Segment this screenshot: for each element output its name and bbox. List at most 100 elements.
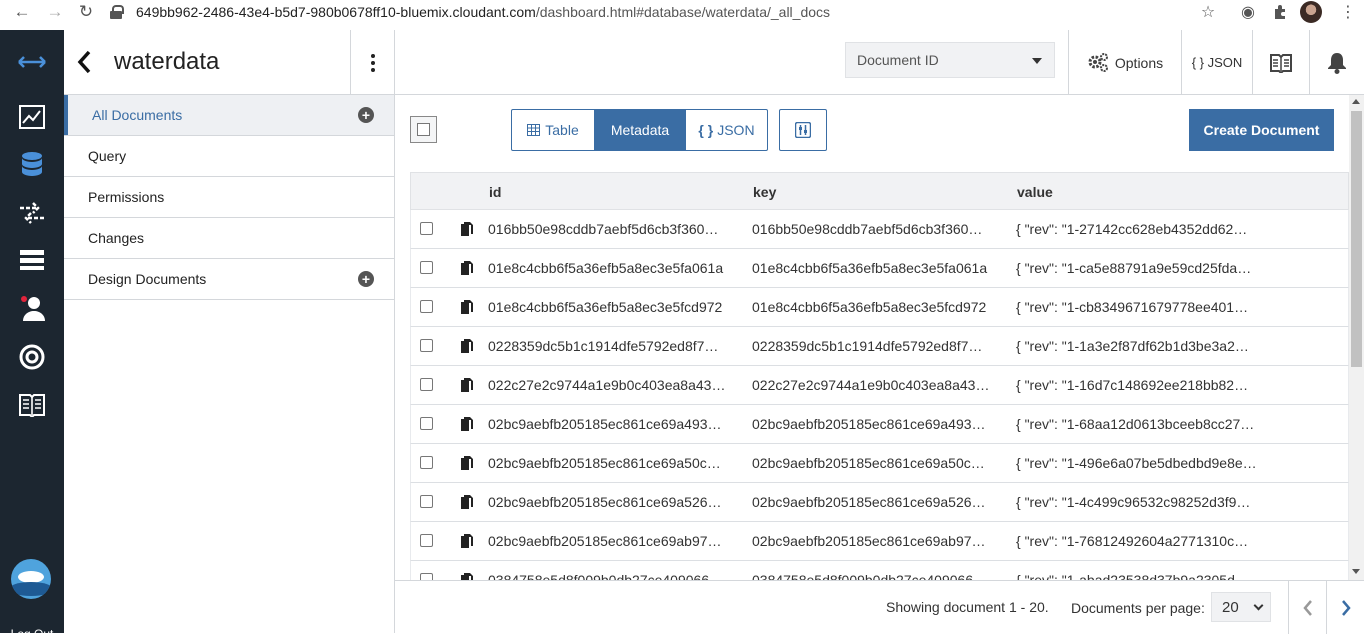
json-braces-icon: { } bbox=[698, 122, 714, 138]
table-row[interactable]: 0228359dc5b1c1914dfe5792ed8f7… 0228359dc5… bbox=[410, 327, 1349, 366]
cell-id[interactable]: 02bc9aebfb205185ec861ce69a50c… bbox=[488, 455, 721, 471]
sidenav-item-changes[interactable]: Changes bbox=[64, 218, 394, 259]
cell-id[interactable]: 0228359dc5b1c1914dfe5792ed8f7… bbox=[488, 338, 718, 354]
chevron-down-icon bbox=[1253, 600, 1264, 611]
add-plus-icon[interactable]: + bbox=[358, 271, 374, 287]
copy-icon[interactable] bbox=[460, 299, 474, 315]
notifications-button[interactable] bbox=[1309, 30, 1364, 95]
table-row[interactable]: 02bc9aebfb205185ec861ce69a50c… 02bc9aebfb… bbox=[410, 444, 1349, 483]
scrollbar-thumb[interactable] bbox=[1351, 111, 1362, 367]
column-header-value[interactable]: value bbox=[1017, 184, 1053, 200]
vertical-scrollbar[interactable] bbox=[1349, 95, 1364, 580]
row-checkbox[interactable] bbox=[420, 573, 433, 580]
sidenav-item-label: Design Documents bbox=[88, 271, 207, 287]
sidenav-item-all-documents[interactable]: All Documents + bbox=[64, 95, 394, 136]
document-id-select[interactable]: Document ID bbox=[845, 42, 1055, 78]
table-row[interactable]: 01e8c4cbb6f5a36efb5a8ec3e5fa061a 01e8c4cb… bbox=[410, 249, 1349, 288]
cell-id[interactable]: 02bc9aebfb205185ec861ce69a526… bbox=[488, 494, 722, 510]
next-page-button[interactable] bbox=[1326, 581, 1364, 634]
profile-avatar[interactable] bbox=[1300, 1, 1322, 23]
caret-down-icon bbox=[1032, 58, 1042, 64]
options-label: Options bbox=[1114, 54, 1164, 71]
documentation-book-icon[interactable] bbox=[0, 385, 64, 425]
scroll-down-arrow-icon[interactable] bbox=[1352, 569, 1360, 574]
row-checkbox[interactable] bbox=[420, 300, 433, 313]
copy-icon[interactable] bbox=[460, 533, 474, 549]
view-json-button[interactable]: { } JSON bbox=[685, 110, 767, 150]
row-checkbox[interactable] bbox=[420, 339, 433, 352]
row-checkbox[interactable] bbox=[420, 456, 433, 469]
scroll-up-arrow-icon[interactable] bbox=[1352, 99, 1360, 104]
database-sidenav: All Documents + Query Permissions Change… bbox=[64, 95, 395, 633]
database-icon[interactable] bbox=[0, 145, 64, 185]
chevron-right-icon bbox=[1341, 599, 1351, 616]
row-checkbox[interactable] bbox=[420, 417, 433, 430]
create-document-button[interactable]: Create Document bbox=[1189, 109, 1334, 151]
copy-icon[interactable] bbox=[460, 338, 474, 354]
forward-arrow-icon[interactable]: → bbox=[45, 2, 65, 22]
browser-menu-icon[interactable]: ⋮ bbox=[1338, 2, 1358, 22]
table-row[interactable]: 01e8c4cbb6f5a36efb5a8ec3e5fcd972 01e8c4cb… bbox=[410, 288, 1349, 327]
puzzle-icon[interactable] bbox=[1270, 2, 1290, 22]
column-header-key[interactable]: key bbox=[753, 184, 776, 200]
star-icon[interactable]: ☆ bbox=[1198, 2, 1218, 22]
table-row[interactable]: 02bc9aebfb205185ec861ce69ab97… 02bc9aebfb… bbox=[410, 522, 1349, 561]
view-metadata-button[interactable]: Metadata bbox=[594, 110, 685, 150]
copy-icon[interactable] bbox=[460, 494, 474, 510]
cell-id[interactable]: 016bb50e98cddb7aebf5d6cb3f360… bbox=[488, 221, 718, 237]
table-row[interactable]: 022c27e2c9744a1e9b0c403ea8a43… 022c27e2c9… bbox=[410, 366, 1349, 405]
docs-book-button[interactable] bbox=[1252, 30, 1309, 95]
add-plus-icon[interactable]: + bbox=[358, 107, 374, 123]
per-page-select[interactable]: 20 bbox=[1211, 592, 1271, 622]
logout-link[interactable]: Log Out bbox=[0, 627, 64, 641]
copy-icon[interactable] bbox=[460, 221, 474, 237]
copy-icon[interactable] bbox=[460, 377, 474, 393]
cell-id[interactable]: 01e8c4cbb6f5a36efb5a8ec3e5fcd972 bbox=[488, 299, 722, 315]
row-checkbox[interactable] bbox=[420, 495, 433, 508]
cell-id[interactable]: 02bc9aebfb205185ec861ce69a493… bbox=[488, 416, 722, 432]
replication-icon[interactable] bbox=[0, 193, 64, 233]
row-checkbox[interactable] bbox=[420, 534, 433, 547]
cell-value: { "rev": "1-68aa12d0613bceeb8cc27… bbox=[1016, 416, 1255, 432]
column-header-id[interactable]: id bbox=[489, 184, 501, 200]
extension-circle-icon[interactable]: ◉ bbox=[1238, 2, 1258, 22]
sidenav-item-design-documents[interactable]: Design Documents + bbox=[64, 259, 394, 300]
table-row[interactable]: 0384758e5d8f009b0db27ce409066… 0384758e5d… bbox=[410, 561, 1349, 580]
sidenav-item-query[interactable]: Query bbox=[64, 136, 394, 177]
cell-id[interactable]: 01e8c4cbb6f5a36efb5a8ec3e5fa061a bbox=[488, 260, 723, 276]
cell-id[interactable]: 022c27e2c9744a1e9b0c403ea8a43… bbox=[488, 377, 725, 393]
table-row[interactable]: 02bc9aebfb205185ec861ce69a526… 02bc9aebfb… bbox=[410, 483, 1349, 522]
cell-id[interactable]: 0384758e5d8f009b0db27ce409066… bbox=[488, 572, 723, 580]
cell-key: 0228359dc5b1c1914dfe5792ed8f7… bbox=[752, 338, 983, 354]
database-menu-icon[interactable] bbox=[350, 30, 395, 95]
table-row[interactable]: 02bc9aebfb205185ec861ce69a493… 02bc9aebfb… bbox=[410, 405, 1349, 444]
active-tasks-icon[interactable] bbox=[0, 240, 64, 280]
copy-icon[interactable] bbox=[460, 260, 474, 276]
account-user-icon[interactable] bbox=[0, 288, 64, 328]
reload-icon[interactable]: ↻ bbox=[76, 2, 96, 22]
options-button[interactable]: Options bbox=[1068, 30, 1181, 95]
copy-icon[interactable] bbox=[460, 572, 474, 580]
support-lifebuoy-icon[interactable] bbox=[0, 337, 64, 377]
previous-page-button[interactable] bbox=[1288, 581, 1326, 634]
copy-icon[interactable] bbox=[460, 416, 474, 432]
column-settings-button[interactable] bbox=[779, 109, 827, 151]
cell-value: { "rev": "1-27142cc628eb4352dd62… bbox=[1016, 221, 1248, 237]
cell-id[interactable]: 02bc9aebfb205185ec861ce69ab97… bbox=[488, 533, 722, 549]
address-bar[interactable]: 649bb962-2486-43e4-b5d7-980b0678ff10-blu… bbox=[110, 0, 830, 24]
cell-value: { "rev": "1-1a3e2f87df62b1d3be3a2… bbox=[1016, 338, 1249, 354]
copy-icon[interactable] bbox=[460, 455, 474, 471]
sidenav-item-permissions[interactable]: Permissions bbox=[64, 177, 394, 218]
api-json-button[interactable]: { } JSON bbox=[1181, 30, 1252, 95]
monitoring-chart-icon[interactable] bbox=[0, 97, 64, 137]
back-chevron-icon[interactable] bbox=[76, 50, 92, 74]
expand-arrows-icon[interactable] bbox=[0, 42, 64, 82]
table-row[interactable]: 016bb50e98cddb7aebf5d6cb3f360… 016bb50e98… bbox=[410, 210, 1349, 249]
row-checkbox[interactable] bbox=[420, 378, 433, 391]
view-table-button[interactable]: Table bbox=[512, 110, 594, 150]
row-checkbox[interactable] bbox=[420, 222, 433, 235]
select-all-checkbox[interactable] bbox=[410, 116, 437, 143]
per-page-value: 20 bbox=[1222, 599, 1239, 616]
back-arrow-icon[interactable]: ← bbox=[12, 2, 32, 22]
row-checkbox[interactable] bbox=[420, 261, 433, 274]
